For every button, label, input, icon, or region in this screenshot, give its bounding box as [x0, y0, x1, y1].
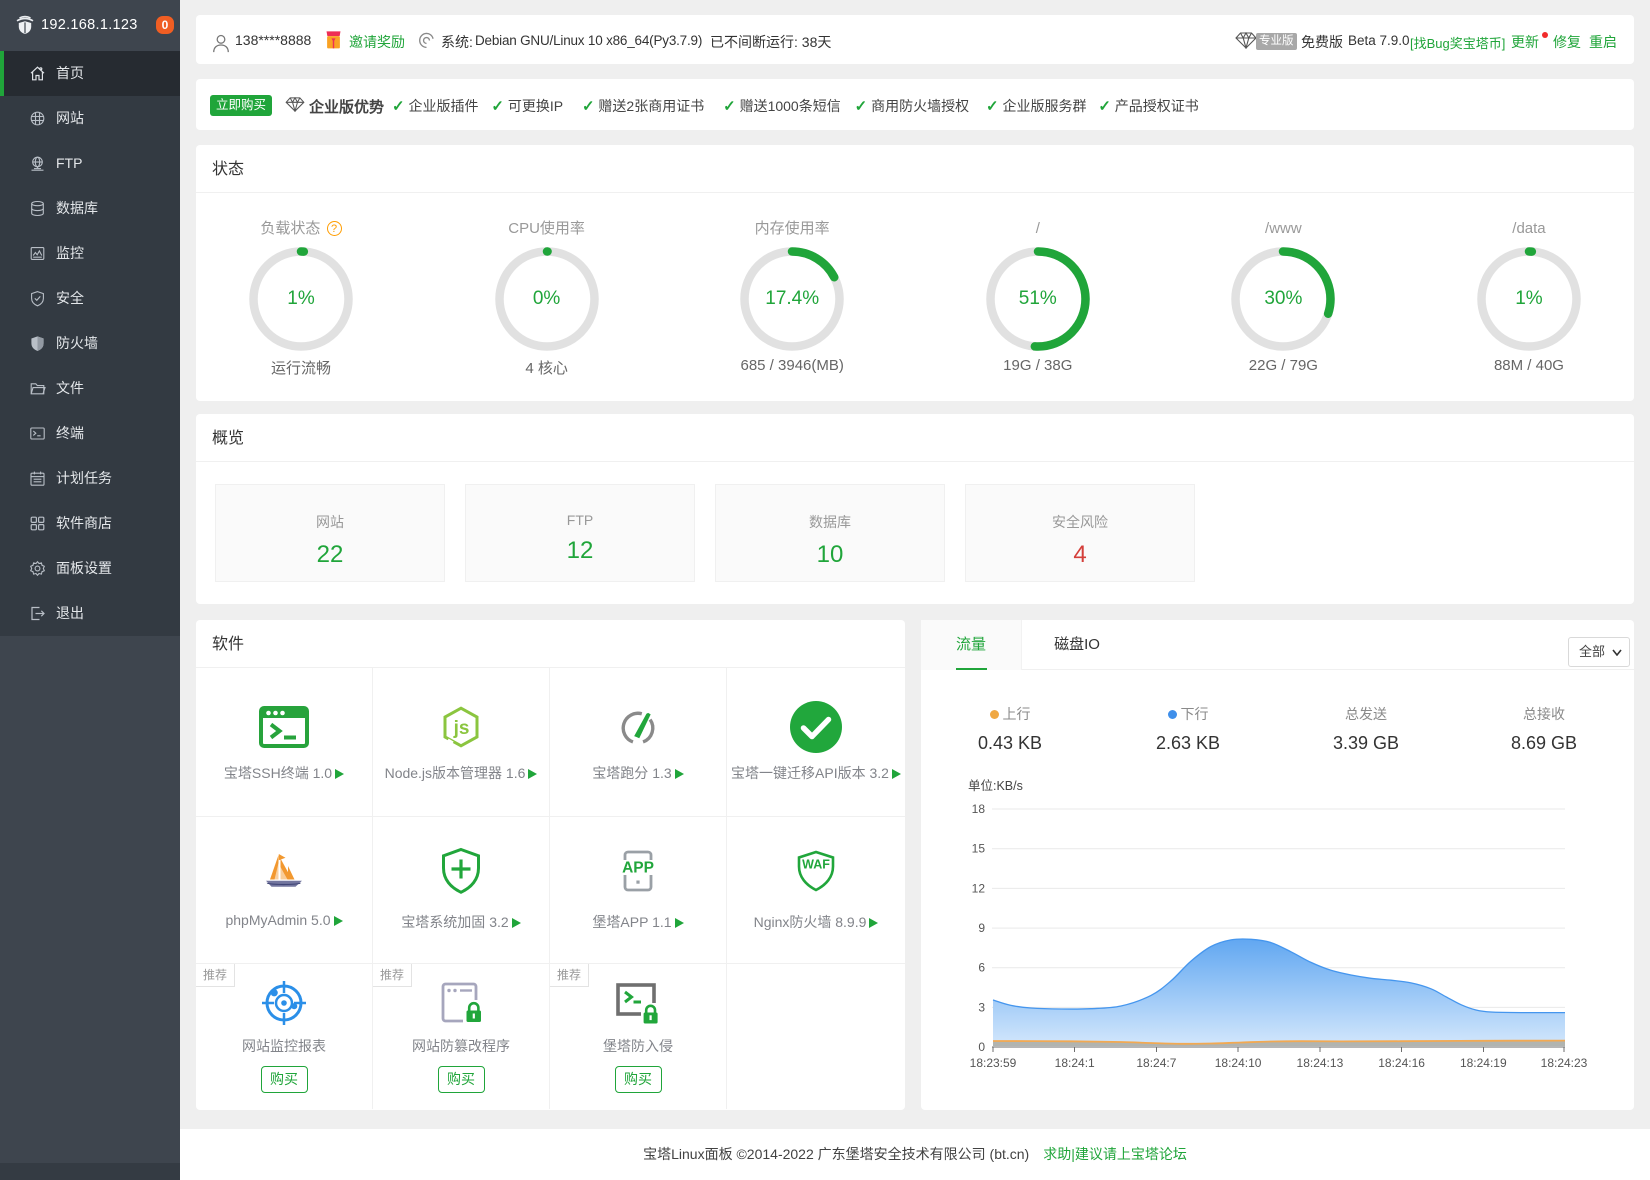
svg-text:18:24:16: 18:24:16: [1378, 1056, 1425, 1070]
svg-text:18:23:59: 18:23:59: [970, 1056, 1017, 1070]
svg-text:18:24:1: 18:24:1: [1055, 1056, 1095, 1070]
svg-text:18:24:10: 18:24:10: [1215, 1056, 1262, 1070]
svg-text:18:24:13: 18:24:13: [1297, 1056, 1344, 1070]
svg-text:12: 12: [972, 881, 986, 895]
svg-text:15: 15: [972, 842, 986, 856]
svg-text:WAF: WAF: [802, 858, 830, 872]
svg-text:6: 6: [978, 961, 985, 975]
svg-text:18:24:19: 18:24:19: [1460, 1056, 1507, 1070]
svg-text:3: 3: [978, 1000, 985, 1014]
svg-text:18: 18: [972, 802, 986, 816]
svg-text:单位:KB/s: 单位:KB/s: [968, 778, 1023, 793]
svg-text:APP: APP: [622, 860, 654, 877]
svg-text:18:24:7: 18:24:7: [1136, 1056, 1176, 1070]
svg-text:9: 9: [978, 921, 985, 935]
svg-text:18:24:23: 18:24:23: [1541, 1056, 1588, 1070]
svg-text:js: js: [453, 718, 470, 739]
svg-text:0: 0: [978, 1040, 985, 1054]
